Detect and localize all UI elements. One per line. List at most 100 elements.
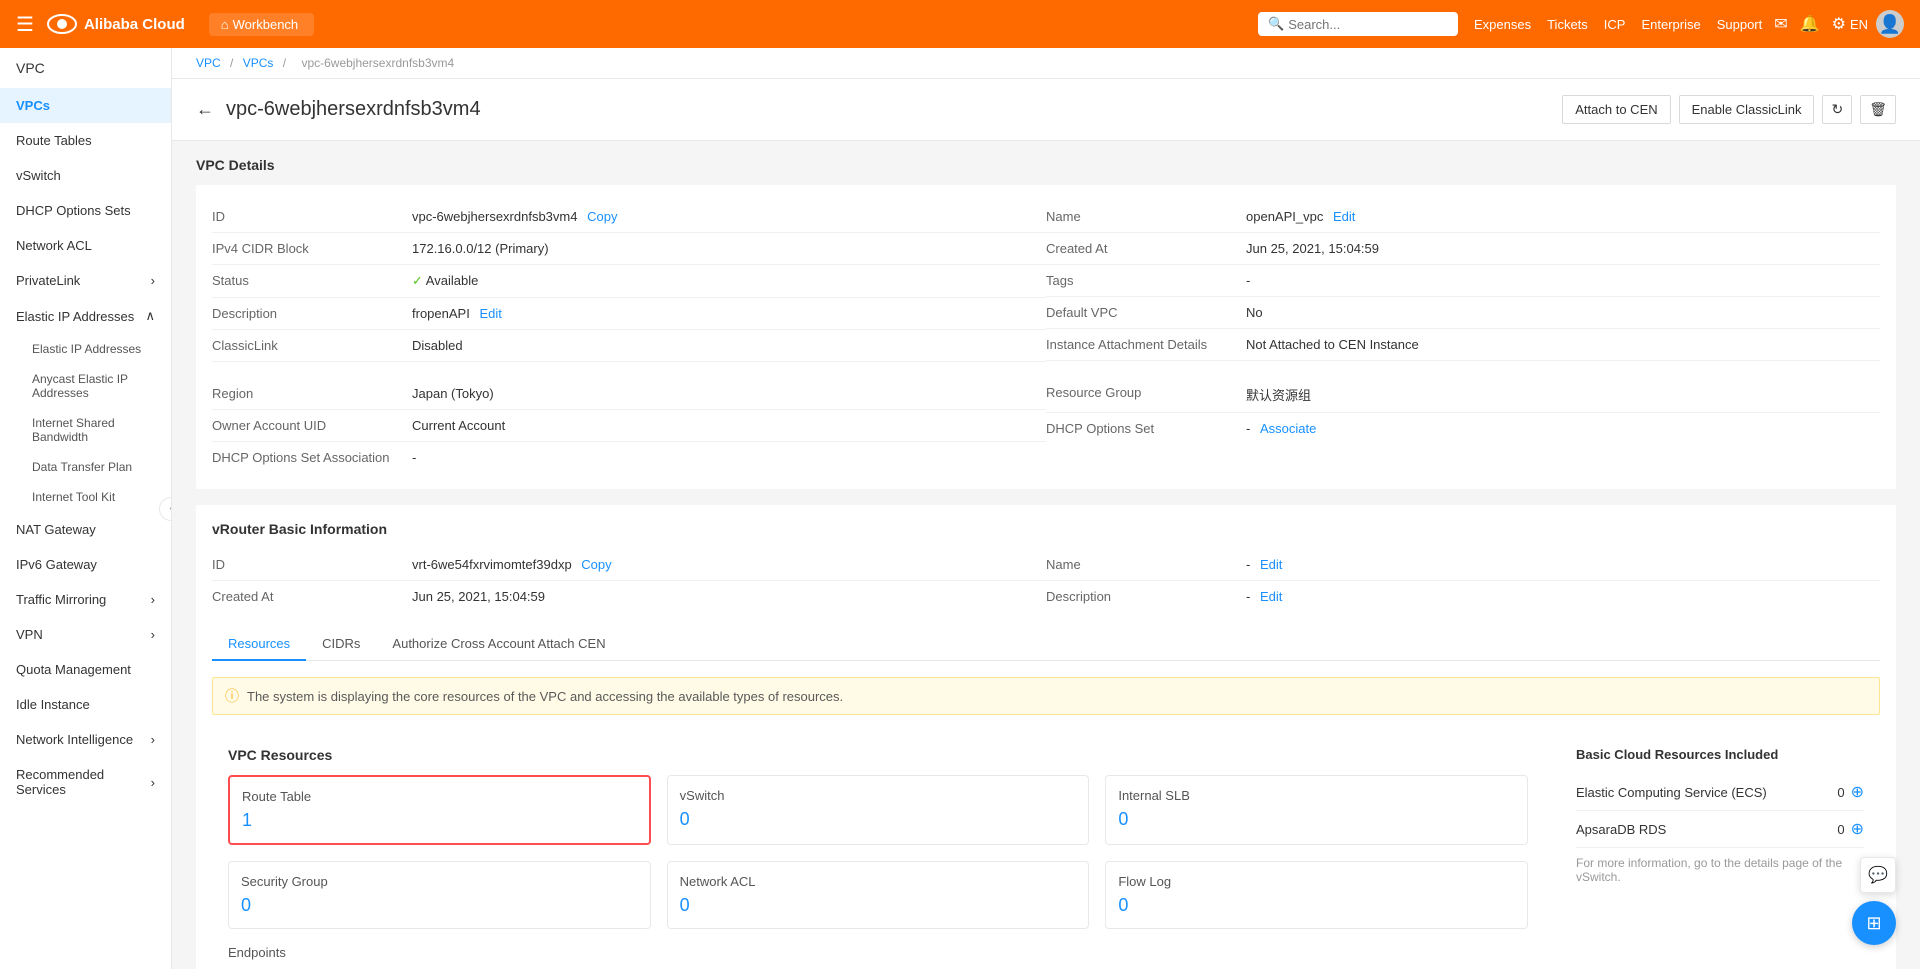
detail-value-owner: Current Account xyxy=(412,418,1046,433)
edit-description-link[interactable]: Edit xyxy=(479,306,501,321)
enterprise-link[interactable]: Enterprise xyxy=(1641,17,1700,32)
rds-info-icon[interactable]: ⊕ xyxy=(1851,819,1864,839)
nav-icons: ✉ 🔔 ⚙ xyxy=(1774,14,1846,34)
tab-cidrs[interactable]: CIDRs xyxy=(306,628,376,661)
sidebar-sub-data-transfer[interactable]: Data Transfer Plan xyxy=(16,452,171,482)
resource-card-vswitch[interactable]: vSwitch 0 xyxy=(667,775,1090,845)
sidebar-item-vpcs[interactable]: VPCs xyxy=(0,88,171,123)
support-link[interactable]: Support xyxy=(1717,17,1763,32)
expenses-link[interactable]: Expenses xyxy=(1474,17,1531,32)
vrouter-tabs: Resources CIDRs Authorize Cross Account … xyxy=(212,628,1880,661)
resource-card-flow-log[interactable]: Flow Log 0 xyxy=(1105,861,1528,929)
sidebar-item-privatelink[interactable]: PrivateLink › xyxy=(0,263,171,298)
detail-value-dhcp-assoc: - xyxy=(412,450,1046,465)
detail-value-cidr: 172.16.0.0/12 (Primary) xyxy=(412,241,1046,256)
resource-card-internal-slb[interactable]: Internal SLB 0 xyxy=(1105,775,1528,845)
sidebar-item-dhcp[interactable]: DHCP Options Sets xyxy=(0,193,171,228)
detail-label-default-vpc: Default VPC xyxy=(1046,305,1246,320)
sidebar-item-route-tables[interactable]: Route Tables xyxy=(0,123,171,158)
bell-icon[interactable]: 🔔 xyxy=(1800,14,1820,34)
detail-value-dhcp-set: - Associate xyxy=(1246,421,1880,436)
detail-row-description: Description fropenAPI Edit xyxy=(212,298,1046,330)
delete-button[interactable]: 🗑 xyxy=(1860,95,1896,124)
resource-card-value-route-table: 1 xyxy=(242,810,637,831)
resource-card-value-flow-log: 0 xyxy=(1118,895,1515,916)
vrouter-left: ID vrt-6we54fxrvimomtef39dxp Copy Create… xyxy=(212,549,1046,612)
vrouter-label-created: Created At xyxy=(212,589,412,604)
associate-dhcp-link[interactable]: Associate xyxy=(1260,421,1316,436)
sidebar-item-ipv6[interactable]: IPv6 Gateway xyxy=(0,547,171,582)
workbench-button[interactable]: ⌂ Workbench xyxy=(209,13,314,36)
detail-label-owner: Owner Account UID xyxy=(212,418,412,433)
sidebar-ipv6-label: IPv6 Gateway xyxy=(16,557,97,572)
copy-id-link[interactable]: Copy xyxy=(587,209,617,224)
detail-row-status: Status ✓ Available xyxy=(212,265,1046,298)
sidebar-item-vpc[interactable]: VPC xyxy=(0,48,171,88)
edit-vrouter-desc-link[interactable]: Edit xyxy=(1260,589,1282,604)
vrouter-title: vRouter Basic Information xyxy=(212,521,1880,537)
vrouter-value-created: Jun 25, 2021, 15:04:59 xyxy=(412,589,1046,604)
sidebar-item-network-acl[interactable]: Network ACL xyxy=(0,228,171,263)
sidebar-item-recommended[interactable]: Recommended Services › xyxy=(0,757,171,807)
fab-button[interactable]: ⊞ xyxy=(1852,901,1896,945)
endpoints-section[interactable]: Endpoints xyxy=(228,937,1528,968)
search-input[interactable] xyxy=(1288,17,1448,32)
attach-to-cen-button[interactable]: Attach to CEN xyxy=(1562,95,1670,124)
details-left-col: ID vpc-6webjhersexrdnfsb3vm4 Copy IPv4 C… xyxy=(212,201,1046,473)
language-selector[interactable]: EN xyxy=(1850,17,1868,32)
back-button[interactable]: ← xyxy=(196,99,214,120)
detail-value-status: ✓ Available xyxy=(412,273,1046,289)
breadcrumb-vpc[interactable]: VPC xyxy=(196,56,221,70)
edit-vrouter-name-link[interactable]: Edit xyxy=(1260,557,1282,572)
basic-cloud-ecs: Elastic Computing Service (ECS) 0 ⊕ xyxy=(1576,774,1864,811)
detail-row-dhcp-set: DHCP Options Set - Associate xyxy=(1046,413,1880,444)
basic-cloud-rds-label: ApsaraDB RDS xyxy=(1576,822,1666,837)
sidebar-vpcs-label: VPCs xyxy=(16,98,50,113)
menu-icon[interactable]: ☰ xyxy=(16,12,34,37)
resource-card-security-group[interactable]: Security Group 0 xyxy=(228,861,651,929)
chat-button[interactable]: 💬 xyxy=(1860,857,1896,893)
breadcrumb-vpcs[interactable]: VPCs xyxy=(243,56,274,70)
sidebar-item-network-intelligence[interactable]: Network Intelligence › xyxy=(0,722,171,757)
sidebar-item-vswitch[interactable]: vSwitch xyxy=(0,158,171,193)
sidebar-item-elastic-ip[interactable]: Elastic IP Addresses ∧ xyxy=(0,298,171,334)
nav-links: Expenses Tickets ICP Enterprise Support xyxy=(1474,17,1762,32)
vpc-details-grid: ID vpc-6webjhersexrdnfsb3vm4 Copy IPv4 C… xyxy=(196,185,1896,489)
detail-row-resource-group: Resource Group 默认资源组 xyxy=(1046,377,1880,413)
sidebar-item-quota[interactable]: Quota Management xyxy=(0,652,171,687)
sidebar-sub-anycast[interactable]: Anycast Elastic IP Addresses xyxy=(16,364,171,408)
mail-icon[interactable]: ✉ xyxy=(1774,14,1787,34)
sidebar-sub-internet-bandwidth[interactable]: Internet Shared Bandwidth xyxy=(16,408,171,452)
detail-label-dhcp-set: DHCP Options Set xyxy=(1046,421,1246,436)
refresh-button[interactable]: ↻ xyxy=(1822,95,1852,124)
tickets-link[interactable]: Tickets xyxy=(1547,17,1588,32)
avatar[interactable]: 👤 xyxy=(1876,10,1904,38)
sidebar-idle-label: Idle Instance xyxy=(16,697,90,712)
resource-card-network-acl[interactable]: Network ACL 0 xyxy=(667,861,1090,929)
resource-card-route-table[interactable]: Route Table 1 xyxy=(228,775,651,845)
enable-classiclink-button[interactable]: Enable ClassicLink xyxy=(1679,95,1815,124)
sidebar-item-vpn[interactable]: VPN › xyxy=(0,617,171,652)
sidebar-item-traffic-mirroring[interactable]: Traffic Mirroring › xyxy=(0,582,171,617)
page-header: ← vpc-6webjhersexrdnfsb3vm4 Attach to CE… xyxy=(172,79,1920,141)
sidebar-vpn-label: VPN xyxy=(16,627,43,642)
ecs-info-icon[interactable]: ⊕ xyxy=(1851,782,1864,802)
copy-vrouter-id-link[interactable]: Copy xyxy=(581,557,611,572)
page-header-left: ← vpc-6webjhersexrdnfsb3vm4 xyxy=(196,98,481,121)
sidebar-item-idle[interactable]: Idle Instance xyxy=(0,687,171,722)
sidebar-item-nat-gateway[interactable]: NAT Gateway xyxy=(0,512,171,547)
sidebar-sub-internet-toolkit[interactable]: Internet Tool Kit xyxy=(16,482,171,512)
resource-card-value-acl: 0 xyxy=(680,895,1077,916)
sidebar-vswitch-label: vSwitch xyxy=(16,168,61,183)
chat-icon: 💬 xyxy=(1868,865,1888,885)
chevron-down-icon: › xyxy=(151,627,155,642)
detail-value-default-vpc: No xyxy=(1246,305,1880,320)
tab-authorize-cross[interactable]: Authorize Cross Account Attach CEN xyxy=(376,628,621,661)
settings-icon[interactable]: ⚙ xyxy=(1832,14,1846,34)
icp-link[interactable]: ICP xyxy=(1604,17,1626,32)
detail-label-created: Created At xyxy=(1046,241,1246,256)
tab-resources[interactable]: Resources xyxy=(212,628,306,661)
detail-label-name: Name xyxy=(1046,209,1246,224)
edit-name-link[interactable]: Edit xyxy=(1333,209,1355,224)
sidebar-sub-elastic-ip[interactable]: Elastic IP Addresses xyxy=(16,334,171,364)
